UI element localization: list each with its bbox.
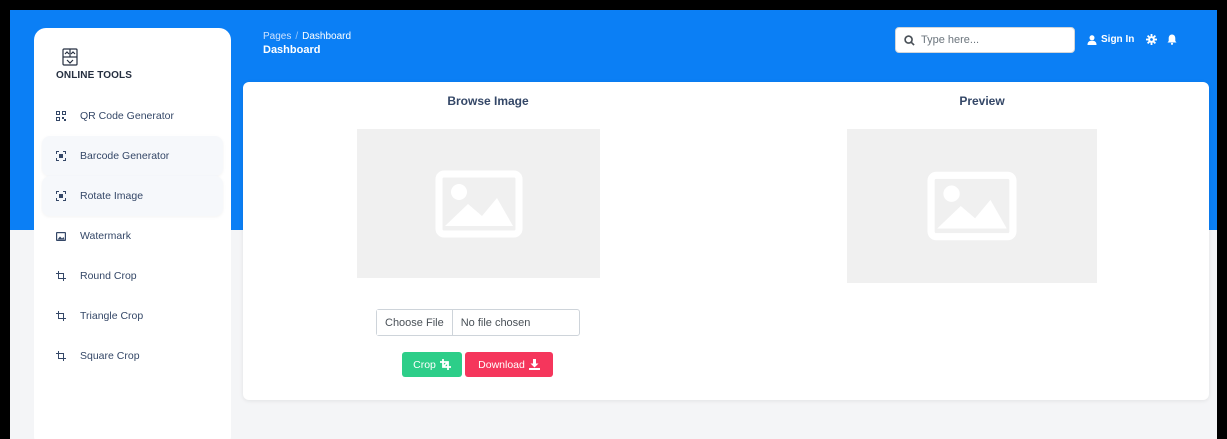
page-title: Dashboard <box>263 44 321 56</box>
sidebar-item-label: Round Crop <box>80 270 137 282</box>
sign-in-button[interactable]: Sign In <box>1087 34 1134 45</box>
sign-in-label: Sign In <box>1101 34 1135 45</box>
sidebar: ONLINE TOOLS QR Code Generator Barcode G… <box>34 28 231 439</box>
crop-icon <box>56 271 66 281</box>
image-placeholder-icon <box>927 171 1017 241</box>
file-input[interactable]: Choose File No file chosen <box>376 309 580 336</box>
sidebar-item-watermark[interactable]: Watermark <box>42 216 223 256</box>
sidebar-item-square-crop[interactable]: Square Crop <box>42 336 223 376</box>
scan-icon <box>56 191 66 201</box>
crop-icon <box>56 351 66 361</box>
brand-logo[interactable]: ONLINE TOOLS <box>56 48 156 81</box>
scan-icon <box>56 151 66 161</box>
tools-logo-icon <box>62 48 78 66</box>
breadcrumb: Pages / Dashboard <box>263 31 351 42</box>
sidebar-item-label: QR Code Generator <box>80 110 174 122</box>
sidebar-item-qr-code-generator[interactable]: QR Code Generator <box>42 96 223 136</box>
sidebar-item-label: Rotate Image <box>80 190 144 202</box>
crop-icon <box>56 311 66 321</box>
user-icon <box>1087 34 1097 45</box>
sidebar-item-label: Barcode Generator <box>80 150 170 162</box>
choose-file-button[interactable]: Choose File <box>377 310 453 335</box>
preview-title: Preview <box>959 94 1005 108</box>
download-icon <box>528 359 540 370</box>
sidebar-item-triangle-crop[interactable]: Triangle Crop <box>42 296 223 336</box>
breadcrumb-current: Dashboard <box>302 31 352 42</box>
image-placeholder-icon <box>435 170 522 237</box>
breadcrumb-separator: / <box>295 31 299 42</box>
search-input[interactable] <box>921 34 1061 46</box>
brand-name: ONLINE TOOLS <box>56 70 133 81</box>
preview-image-placeholder <box>847 129 1097 283</box>
file-status: No file chosen <box>460 316 531 329</box>
sidebar-item-label: Watermark <box>80 230 131 242</box>
search-icon <box>904 34 915 46</box>
sidebar-item-rotate-image[interactable]: Rotate Image <box>42 176 223 216</box>
browse-image-title: Browse Image <box>447 94 529 108</box>
download-button[interactable]: Download <box>465 352 553 377</box>
settings-button[interactable] <box>1146 34 1158 45</box>
crop-button[interactable]: Crop <box>402 352 462 377</box>
crop-button-label: Crop <box>413 358 436 371</box>
notifications-button[interactable] <box>1167 34 1177 45</box>
header-actions: Sign In <box>1087 34 1177 45</box>
qr-code-icon <box>56 111 66 121</box>
crop-icon <box>439 359 451 370</box>
breadcrumb-root-link[interactable]: Pages <box>263 31 291 42</box>
sidebar-item-round-crop[interactable]: Round Crop <box>42 256 223 296</box>
search-box[interactable] <box>895 27 1075 53</box>
app-page: ONLINE TOOLS QR Code Generator Barcode G… <box>10 10 1217 439</box>
sidebar-item-label: Triangle Crop <box>80 310 144 322</box>
sidebar-nav: QR Code Generator Barcode Generator Rota… <box>42 96 223 376</box>
sidebar-item-label: Square Crop <box>80 350 140 362</box>
download-button-label: Download <box>478 358 525 371</box>
sidebar-item-barcode-generator[interactable]: Barcode Generator <box>42 136 223 176</box>
bell-icon <box>1167 34 1177 45</box>
image-crop-card: Browse Image Preview Choose File No file… <box>243 82 1209 400</box>
image-icon <box>56 231 66 241</box>
browse-image-placeholder <box>357 129 600 278</box>
gear-icon <box>1146 34 1158 45</box>
